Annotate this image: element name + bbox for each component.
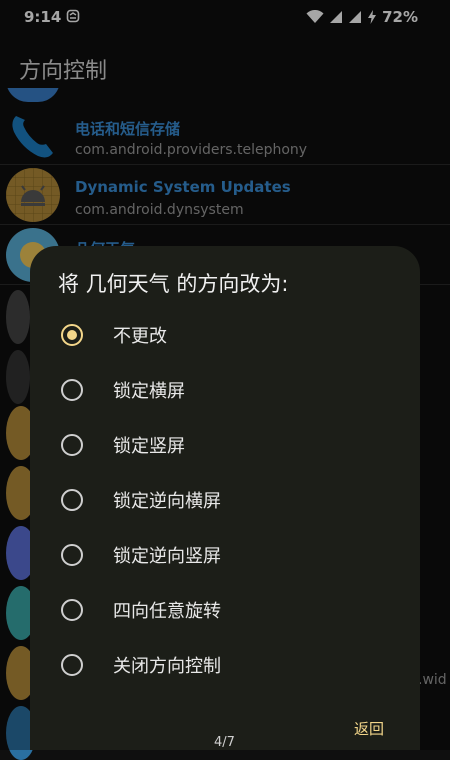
option-label: 关闭方向控制 bbox=[113, 656, 221, 677]
option-label: 不更改 bbox=[113, 326, 167, 347]
radio-icon[interactable] bbox=[61, 434, 83, 456]
option-label: 锁定逆向竖屏 bbox=[113, 546, 221, 567]
option-label: 锁定横屏 bbox=[113, 381, 185, 402]
option-label: 锁定逆向横屏 bbox=[113, 491, 221, 512]
radio-icon[interactable] bbox=[61, 544, 83, 566]
option-lock-reverse-portrait[interactable]: 锁定逆向竖屏 bbox=[30, 530, 420, 580]
radio-icon[interactable] bbox=[61, 654, 83, 676]
radio-checked-icon[interactable] bbox=[61, 324, 83, 346]
option-disable-orientation-control[interactable]: 关闭方向控制 bbox=[30, 640, 420, 690]
option-lock-landscape[interactable]: 锁定横屏 bbox=[30, 365, 420, 415]
option-rotate-any[interactable]: 四向任意旋转 bbox=[30, 585, 420, 635]
radio-icon[interactable] bbox=[61, 599, 83, 621]
radio-icon[interactable] bbox=[61, 489, 83, 511]
orientation-dialog: 将 几何天气 的方向改为: 不更改 锁定横屏 锁定竖屏 锁定逆向横屏 锁定逆向竖… bbox=[30, 246, 420, 750]
option-label: 锁定竖屏 bbox=[113, 436, 185, 457]
back-button[interactable]: 返回 bbox=[354, 718, 384, 739]
option-no-change[interactable]: 不更改 bbox=[30, 310, 420, 360]
page-indicator: 4/7 bbox=[214, 735, 235, 750]
option-label: 四向任意旋转 bbox=[113, 601, 221, 622]
dialog-title: 将 几何天气 的方向改为: bbox=[58, 272, 289, 296]
option-lock-portrait[interactable]: 锁定竖屏 bbox=[30, 420, 420, 470]
option-lock-reverse-landscape[interactable]: 锁定逆向横屏 bbox=[30, 475, 420, 525]
radio-icon[interactable] bbox=[61, 379, 83, 401]
